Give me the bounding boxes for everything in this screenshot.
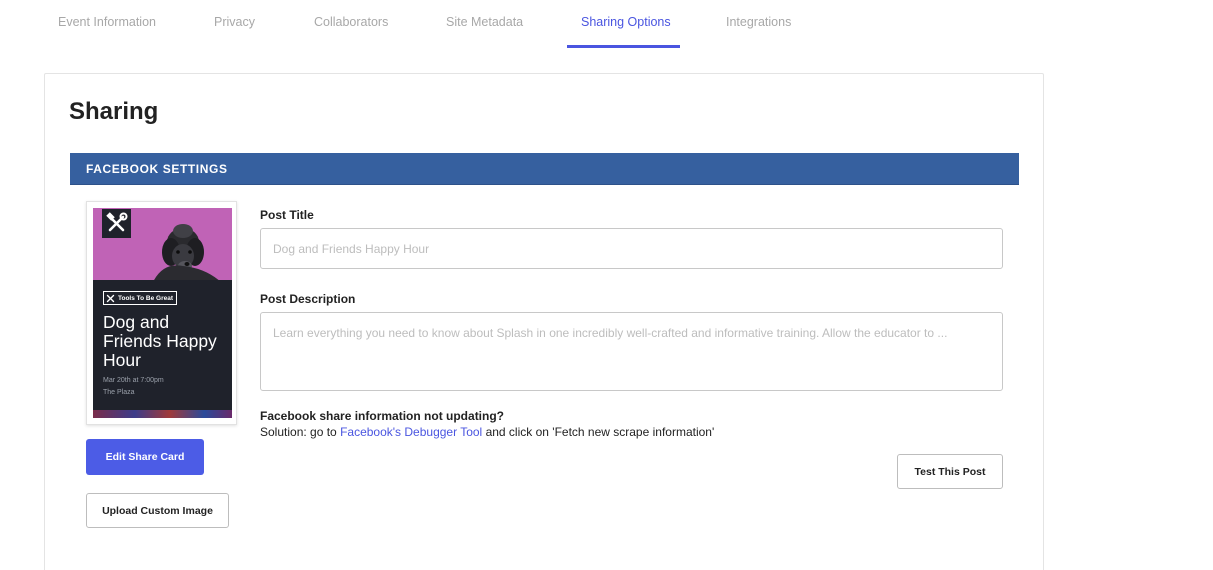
event-details: Tools To Be Great Dog and Friends Happy …	[93, 280, 232, 418]
upload-custom-image-button[interactable]: Upload Custom Image	[86, 493, 229, 528]
tab-site-metadata[interactable]: Site Metadata	[446, 15, 523, 29]
post-description-input[interactable]	[260, 312, 1003, 391]
event-photo-strip	[93, 410, 232, 418]
help-text: Solution: go to Facebook's Debugger Tool…	[260, 425, 714, 439]
active-tab-indicator	[567, 45, 680, 48]
post-title-label: Post Title	[260, 208, 314, 222]
help-prefix: Solution: go to	[260, 425, 341, 439]
post-title-input[interactable]	[260, 228, 1003, 269]
test-post-button[interactable]: Test This Post	[897, 454, 1003, 489]
facebook-settings-title: FACEBOOK SETTINGS	[86, 162, 228, 176]
event-name: Dog and Friends Happy Hour	[103, 312, 217, 370]
dog-image	[154, 224, 219, 280]
org-name: Tools To Be Great	[118, 294, 174, 302]
page-title: Sharing	[69, 98, 159, 125]
edit-share-card-button[interactable]: Edit Share Card	[86, 439, 204, 475]
tools-icon	[106, 212, 128, 232]
event-date: Mar 20th at 7:00pm	[103, 377, 164, 384]
tab-privacy[interactable]: Privacy	[214, 15, 255, 29]
post-description-label: Post Description	[260, 292, 356, 306]
sharing-card: Sharing FACEBOOK SETTINGS Tools To Be Gr…	[44, 73, 1044, 570]
tab-collaborators[interactable]: Collaborators	[314, 15, 388, 29]
share-card-image: Tools To Be Great Dog and Friends Happy …	[93, 208, 232, 418]
facebook-debugger-link[interactable]: Facebook's Debugger Tool	[340, 425, 482, 439]
share-card-preview: Tools To Be Great Dog and Friends Happy …	[86, 201, 237, 425]
tab-sharing-options[interactable]: Sharing Options	[581, 15, 671, 29]
tab-bar: Event Information Privacy Collaborators …	[0, 0, 1213, 50]
help-title: Facebook share information not updating?	[260, 409, 505, 423]
tab-event-information[interactable]: Event Information	[58, 15, 156, 29]
tools-icon	[106, 294, 115, 302]
tab-integrations[interactable]: Integrations	[726, 15, 791, 29]
event-photo	[93, 208, 232, 280]
event-venue: The Plaza	[103, 389, 135, 396]
org-logo	[102, 209, 131, 238]
org-tag: Tools To Be Great	[103, 291, 178, 305]
help-suffix: and click on 'Fetch new scrape informati…	[482, 425, 715, 439]
facebook-settings-header: FACEBOOK SETTINGS	[70, 153, 1019, 185]
